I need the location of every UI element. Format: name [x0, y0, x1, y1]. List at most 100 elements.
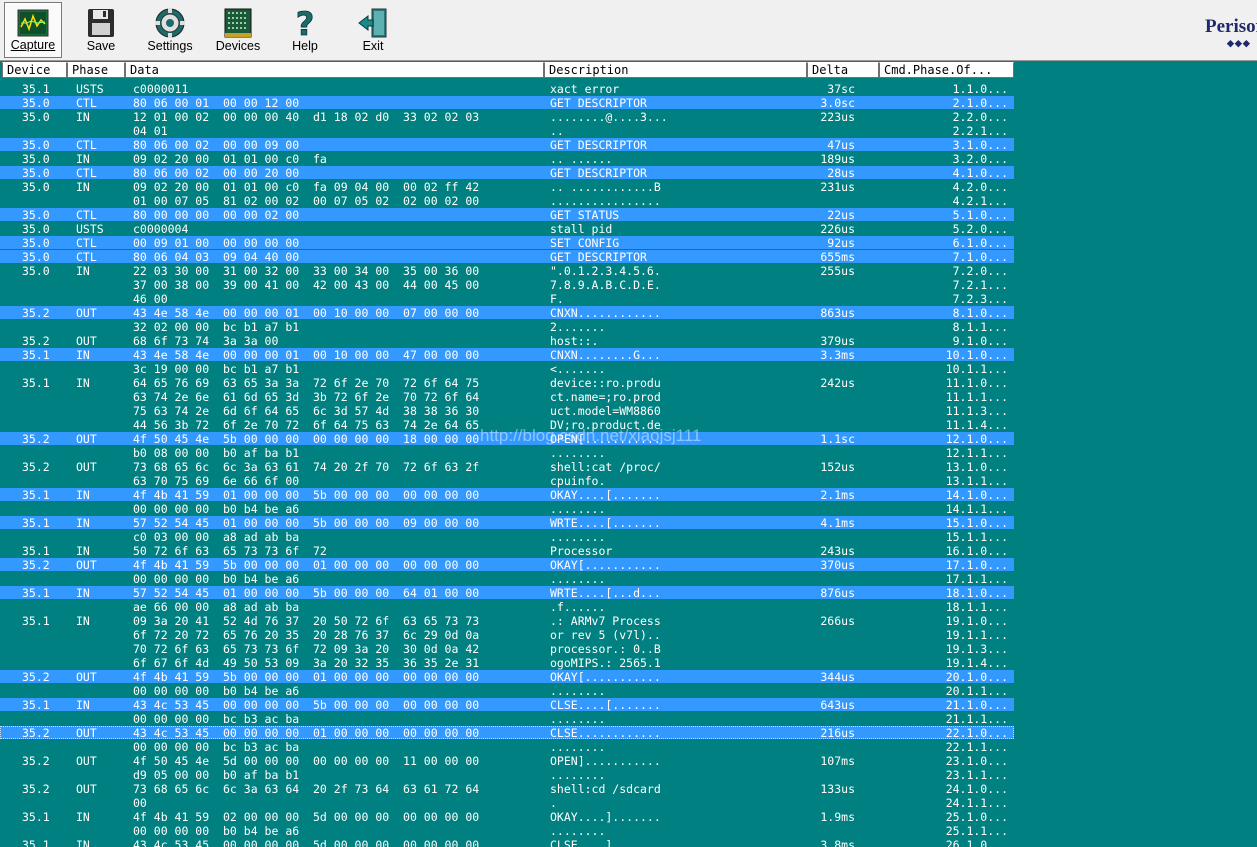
- description-cell: ........: [550, 712, 606, 726]
- description-cell: GET STATUS: [550, 208, 620, 222]
- description-cell: .. ......: [550, 152, 613, 166]
- table-row[interactable]: 35.0 CTL 00 09 01 00 00 00 00 00 SET CONFIG…: [0, 236, 1257, 250]
- delta-cell: 4.1ms: [820, 516, 855, 530]
- data-cell: b0 08 00 00 b0 af ba b1: [133, 446, 300, 460]
- table-row[interactable]: b0 08 00 00 b0 af ba b1........ 12.1.1...: [0, 446, 1257, 460]
- table-row[interactable]: 75 63 74 2e 6d 6f 64 65 6c 3d 57 4d 38 3…: [0, 404, 1257, 418]
- table-row[interactable]: 35.0 IN 12 01 00 02 00 00 00 40 d1 18 02 d…: [0, 110, 1257, 124]
- device-cell: 35.2: [22, 754, 50, 768]
- cmd-phase-cell: 19.1.4...: [945, 656, 1008, 670]
- delta-cell: 243us: [820, 544, 855, 558]
- help-button[interactable]: ? Help: [276, 2, 334, 58]
- table-row[interactable]: 35.1 IN 50 72 6f 63 65 73 73 6f 72 Processo…: [0, 544, 1257, 558]
- table-row[interactable]: c0 03 00 00 a8 ad ab ba........ 15.1.1...: [0, 530, 1257, 544]
- table-row[interactable]: 44 56 3b 72 6f 2e 70 72 6f 64 75 63 74 2…: [0, 418, 1257, 432]
- table-row[interactable]: 35.2 OUT 4f 4b 41 59 5b 00 00 00 01 00 00 …: [0, 670, 1257, 684]
- data-cell: 63 70 75 69 6e 66 6f 00: [133, 474, 300, 488]
- table-row[interactable]: 35.0 CTL 80 06 00 01 00 00 12 00 GET DESCRI…: [0, 96, 1257, 110]
- column-header-phase[interactable]: Phase: [67, 62, 125, 78]
- table-row[interactable]: 00 00 00 00 bc b3 ac ba........ 22.1.1...: [0, 740, 1257, 754]
- cmd-phase-cell: 25.1.0...: [945, 810, 1008, 824]
- table-row[interactable]: 63 74 2e 6e 61 6d 65 3d 3b 72 6f 2e 70 7…: [0, 390, 1257, 404]
- table-row[interactable]: 01 00 07 05 81 02 00 02 00 07 05 02 02 0…: [0, 194, 1257, 208]
- column-header-cmd-phase[interactable]: Cmd.Phase.Of...: [879, 62, 1014, 78]
- table-row[interactable]: 35.0 CTL 80 00 00 00 00 00 02 00 GET STATUS…: [0, 208, 1257, 222]
- table-row[interactable]: 00 00 00 00 b0 b4 be a6........ 25.1.1...: [0, 824, 1257, 838]
- table-row[interactable]: 46 00 F. 7.2.3...: [0, 292, 1257, 306]
- table-row[interactable]: 35.2 OUT 68 6f 73 74 3a 3a 00 host::. 379us 9…: [0, 334, 1257, 348]
- save-button[interactable]: Save: [72, 2, 130, 58]
- phase-cell: USTS: [76, 82, 104, 96]
- device-cell: 35.2: [22, 670, 50, 684]
- data-cell: c0000011: [133, 82, 189, 96]
- table-row[interactable]: 6f 72 20 72 65 76 20 35 20 28 76 37 6c 2…: [0, 628, 1257, 642]
- table-row[interactable]: 00 00 00 00 b0 b4 be a6........ 20.1.1...: [0, 684, 1257, 698]
- table-row[interactable]: 35.1 IN 4f 4b 41 59 02 00 00 00 5d 00 00 0…: [0, 810, 1257, 824]
- table-row[interactable]: 37 00 38 00 39 00 41 00 42 00 43 00 44 0…: [0, 278, 1257, 292]
- capture-button[interactable]: Capture: [4, 2, 62, 58]
- table-row[interactable]: ae 66 00 00 a8 ad ab ba .f...... 18.1.1...: [0, 600, 1257, 614]
- table-row[interactable]: 00 00 00 00 b0 b4 be a6........ 14.1.1...: [0, 502, 1257, 516]
- table-row[interactable]: 35.1 IN 43 4c 53 45 00 00 00 00 5d 00 00 0…: [0, 838, 1257, 847]
- table-row[interactable]: 35.1 IN 64 65 76 69 63 65 3a 3a 72 6f 2e 7…: [0, 376, 1257, 390]
- cmd-phase-cell: 4.2.1...: [952, 194, 1008, 208]
- table-row[interactable]: 04 01.. 2.2.1...: [0, 124, 1257, 138]
- table-row[interactable]: 00 00 00 00 b0 b4 be a6........ 17.1.1...: [0, 572, 1257, 586]
- table-row[interactable]: 35.0 IN 09 02 20 00 01 01 00 c0 fa .. .....…: [0, 152, 1257, 166]
- table-row[interactable]: 35.2 OUT 43 4c 53 45 00 00 00 00 01 00 00 …: [0, 726, 1257, 740]
- delta-cell: 107ms: [820, 754, 855, 768]
- question-mark-icon: ?: [295, 6, 314, 40]
- data-cell: 00 00 00 00 bc b3 ac ba: [133, 740, 300, 754]
- delta-cell: 231us: [820, 180, 855, 194]
- table-row[interactable]: 35.2 OUT 4f 50 45 4e 5b 00 00 00 00 00 00 …: [0, 432, 1257, 446]
- table-row[interactable]: 00. 24.1.1...: [0, 796, 1257, 810]
- table-row[interactable]: 35.1 IN 57 52 54 45 01 00 00 00 5b 00 00 0…: [0, 586, 1257, 600]
- table-row[interactable]: 35.2 OUT 4f 50 45 4e 5d 00 00 00 00 00 00 …: [0, 754, 1257, 768]
- device-cell: 35.2: [22, 334, 50, 348]
- table-row[interactable]: 00 00 00 00 bc b3 ac ba........ 21.1.1...: [0, 712, 1257, 726]
- table-row[interactable]: 35.0 IN 22 03 30 00 31 00 32 00 33 00 34 0…: [0, 264, 1257, 278]
- table-row[interactable]: 35.0 CTL 80 06 00 02 00 00 09 00 GET DESCRI…: [0, 138, 1257, 152]
- description-cell: OKAY....[.......: [550, 488, 661, 502]
- description-cell: shell:cd /sdcard: [550, 782, 661, 796]
- data-cell: 43 4e 58 4e 00 00 00 01 00 10 00 00 47 0…: [133, 348, 480, 362]
- table-row[interactable]: 35.1 IN 57 52 54 45 01 00 00 00 5b 00 00 0…: [0, 516, 1257, 530]
- trace-list[interactable]: 35.1 USTS c0000011 xact error 37sc 1.1.0... 35…: [0, 82, 1257, 847]
- cmd-phase-cell: 8.1.0...: [952, 306, 1008, 320]
- data-cell: 22 03 30 00 31 00 32 00 33 00 34 00 35 0…: [133, 264, 480, 278]
- table-row[interactable]: 35.1 USTS c0000011 xact error 37sc 1.1.0...: [0, 82, 1257, 96]
- table-row[interactable]: 35.1 IN 09 3a 20 41 52 4d 76 37 20 50 72 6…: [0, 614, 1257, 628]
- column-header-delta[interactable]: Delta: [807, 62, 879, 78]
- table-row[interactable]: 35.1 IN 43 4c 53 45 00 00 00 00 5b 00 00 0…: [0, 698, 1257, 712]
- table-row[interactable]: 70 72 6f 63 65 73 73 6f 72 09 3a 20 30 0…: [0, 642, 1257, 656]
- table-row[interactable]: 35.2 OUT 4f 4b 41 59 5b 00 00 00 01 00 00 …: [0, 558, 1257, 572]
- table-row[interactable]: 35.0 CTL 80 06 04 03 09 04 40 00 GET DESCRI…: [0, 250, 1257, 264]
- table-row[interactable]: 35.2 OUT 73 68 65 6c 6c 3a 63 64 20 2f 73 …: [0, 782, 1257, 796]
- table-row[interactable]: 35.0 USTS c0000004 stall pid 226us 5.2.0...: [0, 222, 1257, 236]
- column-header-data[interactable]: Data: [125, 62, 544, 78]
- exit-button[interactable]: Exit: [344, 2, 402, 58]
- description-cell: GET DESCRIPTOR: [550, 250, 647, 264]
- settings-button[interactable]: Settings: [140, 2, 200, 58]
- table-row[interactable]: 35.1 IN 4f 4b 41 59 01 00 00 00 5b 00 00 0…: [0, 488, 1257, 502]
- table-row[interactable]: 35.2 OUT 73 68 65 6c 6c 3a 63 61 74 20 2f …: [0, 460, 1257, 474]
- table-row[interactable]: 63 70 75 69 6e 66 6f 00 cpuinfo. 13.1.1...: [0, 474, 1257, 488]
- table-row[interactable]: 35.2 OUT 43 4e 58 4e 00 00 00 01 00 10 00 …: [0, 306, 1257, 320]
- table-row[interactable]: 32 02 00 00 bc b1 a7 b1 2....... 8.1.1...: [0, 320, 1257, 334]
- cmd-phase-cell: 21.1.0...: [945, 698, 1008, 712]
- column-header-device[interactable]: Device: [2, 62, 67, 78]
- exit-door-icon: [358, 8, 387, 38]
- data-cell: 04 01: [133, 124, 168, 138]
- cmd-phase-cell: 16.1.0...: [945, 544, 1008, 558]
- table-row[interactable]: 35.0 CTL 80 06 00 02 00 00 20 00 GET DESCRI…: [0, 166, 1257, 180]
- table-row[interactable]: 6f 67 6f 4d 49 50 53 09 3a 20 32 35 36 3…: [0, 656, 1257, 670]
- devices-button[interactable]: Devices: [208, 2, 268, 58]
- phase-cell: OUT: [76, 558, 97, 572]
- data-cell: 00 00 00 00 b0 b4 be a6: [133, 684, 300, 698]
- device-cell: 35.2: [22, 558, 50, 572]
- table-row[interactable]: d9 05 00 00 b0 af ba b1........ 23.1.1...: [0, 768, 1257, 782]
- column-header-description[interactable]: Description: [544, 62, 807, 78]
- table-row[interactable]: 3c 19 00 00 bc b1 a7 b1 <....... 10.1.1...: [0, 362, 1257, 376]
- table-row[interactable]: 35.1 IN 43 4e 58 4e 00 00 00 01 00 10 00 0…: [0, 348, 1257, 362]
- table-row[interactable]: 35.0 IN 09 02 20 00 01 01 00 c0 fa 09 04 0…: [0, 180, 1257, 194]
